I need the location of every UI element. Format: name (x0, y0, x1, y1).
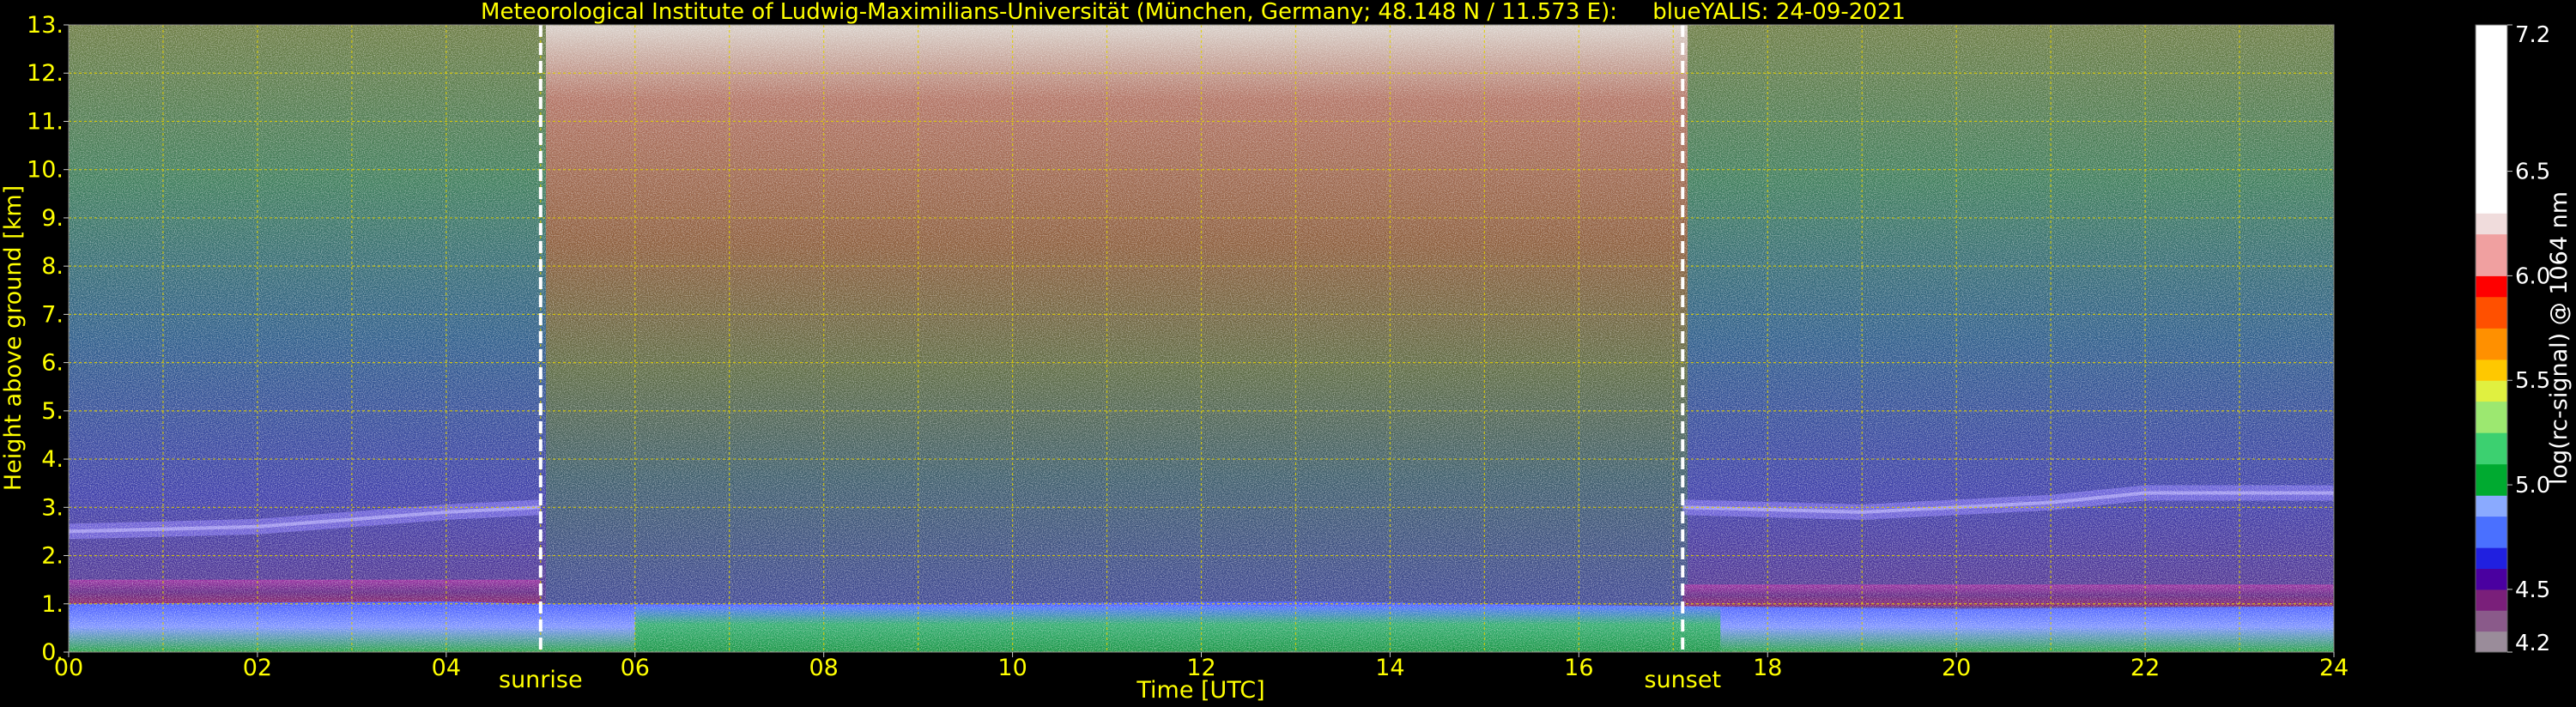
colorbar-segment (2476, 432, 2507, 465)
colorbar-segment (2476, 233, 2507, 276)
colorbar-segment (2476, 516, 2507, 548)
y-tick-label: 0. (41, 639, 64, 666)
y-tick-label: 4. (41, 446, 64, 473)
colorbar-segment (2476, 463, 2507, 496)
x-tick-label: 20 (1942, 655, 1971, 681)
x-tick-label: 04 (432, 655, 461, 681)
colorbar-segment (2476, 631, 2507, 653)
y-tick-label: 11. (27, 108, 64, 135)
x-tick-label: 06 (621, 655, 650, 681)
colorbar-segment (2476, 213, 2507, 235)
x-tick-label: 02 (243, 655, 272, 681)
colorbar-segment (2476, 275, 2507, 298)
x-tick-label: 22 (2131, 655, 2160, 681)
lidar-quicklook-figure: 00 02 04 06 08 10 12 14 16 18 20 22 24 0.1.2.3.4.5.6… (0, 0, 2573, 704)
colorbar-segment (2476, 25, 2507, 214)
colorbar-label: log(rc-signal) @ 1064 nm (2546, 191, 2573, 485)
y-tick-label: 8. (41, 253, 64, 280)
y-tick-label: 1. (41, 591, 64, 618)
y-tick-label: 10. (27, 157, 64, 184)
colorbar (2476, 25, 2507, 653)
colorbar-segment (2476, 568, 2507, 590)
colorbar-segment (2476, 401, 2507, 433)
x-tick-label: 14 (1375, 655, 1404, 681)
y-tick-label: 9. (41, 205, 64, 232)
colorbar-segment (2476, 547, 2507, 570)
y-tick-label: 13. (27, 12, 64, 39)
y-tick-label: 12. (27, 60, 64, 87)
colorbar-segment (2476, 380, 2507, 402)
y-tick-label: 3. (41, 494, 64, 521)
x-tick-label: 08 (809, 655, 838, 681)
y-tick-label: 2. (41, 543, 64, 570)
colorbar-tick-label: 4.5 (2515, 577, 2550, 603)
plot-area (69, 25, 2334, 652)
y-tick-label: 5. (41, 398, 64, 425)
colorbar-tick-label: 7.2 (2515, 22, 2550, 48)
colorbar-segment (2476, 296, 2507, 329)
x-axis-label: Time [UTC] (1136, 677, 1264, 704)
y-tick-label: 7. (41, 301, 64, 328)
x-tick-label: 16 (1564, 655, 1593, 681)
x-tick-label: 24 (2319, 655, 2349, 681)
sunrise-label: sunrise (499, 667, 583, 693)
colorbar-segment (2476, 328, 2507, 360)
x-tick-label: 10 (997, 655, 1027, 681)
y-axis-ticks: 0. 1. 2. 3. 4. 5. 6. 7. 8. 9. 10. 11. 12. 13. (27, 12, 69, 666)
colorbar-segment (2476, 495, 2507, 517)
colorbar-segment (2476, 359, 2507, 381)
chart-title: Meteorological Institute of Ludwig-Maxim… (481, 0, 1906, 25)
sunset-label: sunset (1645, 667, 1722, 693)
y-tick-label: 6. (41, 350, 64, 377)
colorbar-tick-label: 4.2 (2515, 631, 2550, 656)
colorbar-segment (2476, 589, 2507, 611)
sun-marker-labels: sunrise sunset (499, 667, 1721, 693)
x-tick-label: 18 (1753, 655, 1782, 681)
colorbar-tick-label: 6.5 (2515, 160, 2550, 185)
y-axis-label: Height above ground [km] (0, 185, 27, 491)
colorbar-segment (2476, 610, 2507, 632)
colorbar-ticks: 4.24.55.05.56.06.57.2 (2507, 22, 2550, 656)
